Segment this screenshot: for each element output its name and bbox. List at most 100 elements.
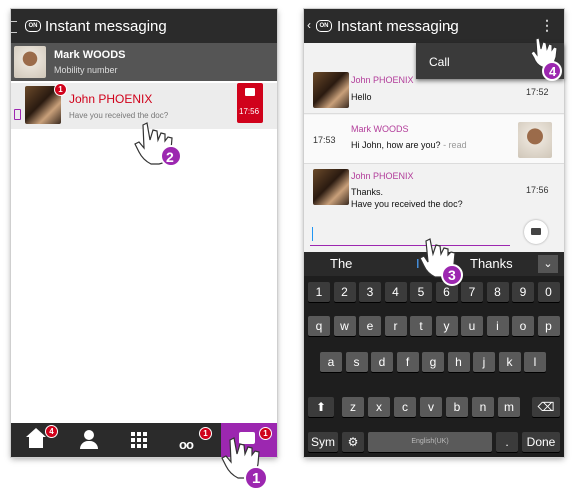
- home-badge: 4: [45, 425, 58, 438]
- message-text: Hi John, how are you? - read: [351, 140, 467, 150]
- key-4[interactable]: 4: [384, 282, 407, 302]
- action-bar: ON Instant messaging: [11, 9, 277, 43]
- key-0[interactable]: 0: [537, 282, 560, 302]
- nav-home[interactable]: 4: [19, 423, 67, 457]
- conversation-preview: Have you received the doc?: [69, 111, 169, 120]
- key-3[interactable]: 3: [359, 282, 381, 302]
- contact-subtitle: Mobility number: [54, 65, 118, 75]
- key-h[interactable]: h: [447, 352, 470, 372]
- key-d[interactable]: d: [371, 352, 393, 372]
- home-icon: [29, 436, 43, 448]
- key-c[interactable]: c: [394, 397, 416, 417]
- key-w[interactable]: w: [333, 316, 356, 336]
- key-g[interactable]: g: [422, 352, 444, 372]
- tap-hand-step-1: [221, 437, 268, 490]
- nav-dialpad[interactable]: [115, 423, 163, 457]
- list-item: 17:53 Mark WOODS Hi John, how are you? -…: [304, 115, 564, 164]
- key-f[interactable]: f: [396, 352, 419, 372]
- suggestion[interactable]: Thanks: [470, 256, 513, 271]
- key-b[interactable]: b: [446, 397, 468, 417]
- suggestion[interactable]: The: [330, 256, 352, 271]
- key-q[interactable]: q: [308, 316, 330, 336]
- avatar: [313, 72, 349, 108]
- key-e[interactable]: e: [359, 316, 381, 336]
- key-u[interactable]: u: [461, 316, 483, 336]
- page-title: Instant messaging: [45, 18, 167, 35]
- settings-key[interactable]: ⚙: [342, 432, 364, 452]
- unread-badge: 1: [54, 83, 67, 96]
- key-v[interactable]: v: [420, 397, 442, 417]
- key-k[interactable]: k: [498, 352, 521, 372]
- key-2[interactable]: 2: [333, 282, 356, 302]
- space-key[interactable]: English(UK): [368, 432, 492, 452]
- sender-name: John PHOENIX: [351, 171, 414, 181]
- backspace-key[interactable]: ⌫: [532, 397, 560, 417]
- message-input[interactable]: [310, 223, 510, 246]
- key-n[interactable]: n: [472, 397, 494, 417]
- key-i[interactable]: i: [486, 316, 509, 336]
- contacts-body-icon: [80, 441, 98, 449]
- chevron-down-icon[interactable]: ⌄: [538, 255, 558, 273]
- key-8[interactable]: 8: [486, 282, 509, 302]
- key-x[interactable]: x: [368, 397, 390, 417]
- send-button[interactable]: [524, 220, 548, 244]
- overflow-menu-icon[interactable]: ⋮: [540, 17, 554, 34]
- key-y[interactable]: y: [435, 316, 458, 336]
- chat-icon: [531, 228, 541, 235]
- mobile-icon: [14, 109, 21, 120]
- avatar: [518, 122, 552, 158]
- chat-icon: [245, 88, 255, 96]
- step-1-label: 1: [252, 470, 261, 487]
- action-bar: ‹ ON Instant messaging ⋮: [304, 9, 564, 43]
- done-key[interactable]: Done: [522, 432, 560, 452]
- key-a[interactable]: a: [320, 352, 342, 372]
- key-s[interactable]: s: [345, 352, 368, 372]
- dialpad-icon: [131, 432, 147, 448]
- key-z[interactable]: z: [342, 397, 364, 417]
- sender-name: John PHOENIX: [351, 75, 414, 85]
- avatar: [14, 46, 46, 78]
- text-cursor: [312, 227, 313, 241]
- voicemail-icon: oo: [179, 437, 194, 452]
- step-3-label: 3: [448, 267, 456, 283]
- message-time: 17:53: [313, 135, 336, 145]
- sender-name: Mark WOODS: [351, 124, 409, 134]
- contacts-icon: [84, 430, 94, 440]
- message-text-line1: Thanks.: [351, 187, 384, 197]
- back-icon[interactable]: ‹: [307, 18, 311, 32]
- nav-contacts[interactable]: [67, 423, 115, 457]
- key-j[interactable]: j: [473, 352, 495, 372]
- app-logo-icon: ON: [316, 20, 332, 32]
- shift-key[interactable]: ⬆: [308, 397, 334, 417]
- key-l[interactable]: l: [524, 352, 546, 372]
- list-item: John PHOENIX Thanks. Have you received t…: [304, 165, 564, 216]
- step-2-label: 2: [166, 149, 174, 165]
- key-t[interactable]: t: [410, 316, 432, 336]
- menu-icon[interactable]: [11, 21, 17, 33]
- contact-header[interactable]: Mark WOODS Mobility number: [11, 43, 277, 81]
- message-text-line2: Have you received the doc?: [351, 199, 463, 209]
- conversation-time: 17:56: [239, 107, 260, 116]
- home-roof-icon: [26, 428, 46, 437]
- space-label: English(UK): [411, 438, 449, 445]
- contact-name: Mark WOODS: [54, 49, 126, 61]
- message-time: 17:56: [526, 185, 549, 195]
- sym-key[interactable]: Sym: [308, 432, 338, 452]
- nav-voicemail[interactable]: oo 1: [169, 423, 217, 457]
- screen-conversation-list: ON Instant messaging Mark WOODS Mobility…: [11, 9, 277, 457]
- tap-hand-step-3: [419, 238, 463, 286]
- avatar: [313, 169, 349, 205]
- key-r[interactable]: r: [384, 316, 407, 336]
- key-9[interactable]: 9: [512, 282, 534, 302]
- key-1[interactable]: 1: [308, 282, 330, 302]
- period-key[interactable]: .: [496, 432, 518, 452]
- screen-conversation: ‹ ON Instant messaging ⋮ Call 4 John PHO…: [304, 9, 564, 457]
- key-p[interactable]: p: [537, 316, 560, 336]
- read-status: - read: [440, 140, 467, 150]
- key-o[interactable]: o: [512, 316, 534, 336]
- voicemail-badge: 1: [199, 427, 212, 440]
- key-m[interactable]: m: [498, 397, 520, 417]
- app-logo-icon: ON: [25, 20, 41, 32]
- message-body: Hi John, how are you?: [351, 140, 441, 150]
- message-text: Hello: [351, 92, 372, 102]
